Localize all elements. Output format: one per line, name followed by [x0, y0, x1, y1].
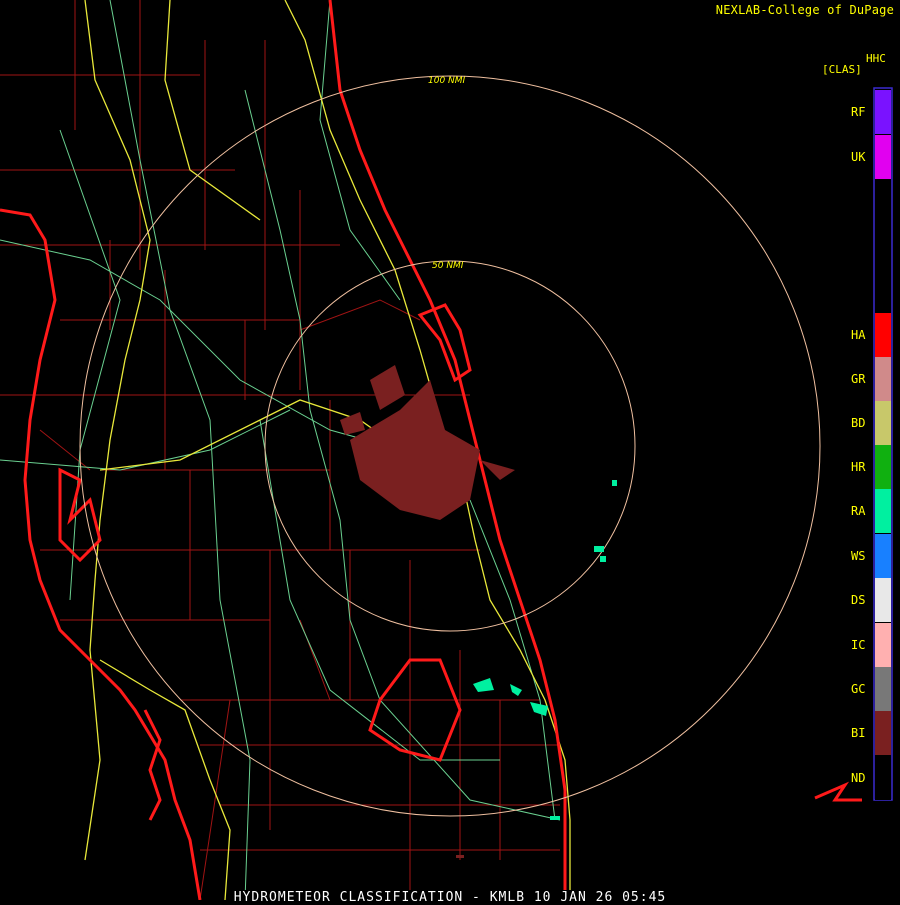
product-mode: [CLAS] [822, 63, 862, 76]
legend-swatch-ws [875, 534, 891, 578]
legend-label-rf: RF [851, 105, 866, 119]
legend-label-hr: HR [851, 460, 866, 474]
radar-map: 50 NMI 100 NMI [0, 0, 893, 900]
legend-label-gr: GR [851, 372, 866, 386]
legend-swatch-gr [875, 357, 891, 401]
rain-ra [473, 480, 617, 820]
legend-swatch-ic [875, 623, 891, 667]
legend-swatch-gc [875, 667, 891, 711]
legend-label-bd: BD [851, 416, 866, 430]
legend-label-ic: IC [851, 638, 866, 652]
legend-swatch-ha [875, 313, 891, 357]
credit-text: NEXLAB-College of DuPage [715, 3, 894, 17]
legend-swatch-hr [875, 445, 891, 489]
legend-swatch-bi [875, 711, 891, 755]
legend-label-bi: BI [851, 726, 866, 740]
ring-label-100: 100 NMI [428, 76, 466, 86]
legend-label-ra: RA [851, 504, 866, 518]
legend-swatch-rf [875, 90, 891, 134]
ring-label-50: 50 NMI [432, 261, 464, 271]
footer-caption: HYDROMETEOR CLASSIFICATION - KMLB 10 JAN… [229, 890, 671, 905]
legend-swatch-bd [875, 401, 891, 445]
product-code: HHC [866, 52, 886, 65]
range-ring-labels: 50 NMI 100 NMI [428, 76, 466, 271]
footer-caption-bar: HYDROMETEOR CLASSIFICATION - KMLB 10 JAN… [0, 886, 900, 905]
radar-returns [340, 365, 617, 858]
legend-swatch-nd [875, 756, 891, 800]
legend-label-ha: HA [851, 328, 866, 342]
legend-swatch-ra [875, 489, 891, 533]
legend-label-gc: GC [851, 682, 866, 696]
legend-label-ds: DS [851, 593, 866, 607]
legend-swatch-uk [875, 135, 891, 179]
legend-label-ws: WS [851, 549, 866, 563]
legend-label-uk: UK [851, 150, 866, 164]
legend-label-nd: ND [851, 771, 866, 785]
legend-swatch-ds [875, 578, 891, 622]
legend-colorbar [873, 87, 893, 801]
interstate-highways [84, 0, 571, 900]
